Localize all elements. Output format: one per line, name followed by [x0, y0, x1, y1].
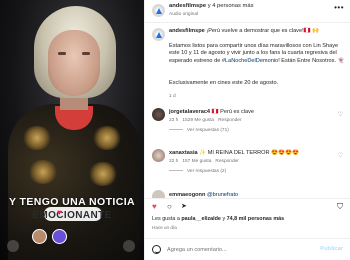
video-caption-line2: EMOCIONANTE: [32, 210, 112, 221]
heart-sticker-icon: ♥: [57, 208, 62, 217]
caption-exclusive: Exclusivamente en cines este 20 de agost…: [169, 80, 279, 86]
view-replies-button[interactable]: Ver respuestas (71): [169, 128, 229, 133]
avatar[interactable]: [152, 4, 165, 17]
connector-text: y: [207, 3, 211, 9]
caption-paragraph: Estamos listos para compartir unos días …: [169, 43, 345, 65]
save-bookmark-icon[interactable]: ⛉: [337, 203, 343, 211]
caption-intro-text: ¡Perú vuelve a demostrar que es clave!🇵🇪…: [206, 28, 320, 34]
view-replies-button[interactable]: Ver respuestas (2): [169, 169, 226, 174]
comment-item: emmaeogonn @brunefrato: [152, 190, 346, 198]
add-comment-bar: Publicar: [145, 238, 350, 260]
post-comment-button[interactable]: Publicar: [320, 246, 343, 252]
comment-username[interactable]: jorgetalaverac4: [169, 109, 210, 115]
audio-label[interactable]: Audio original: [169, 12, 198, 17]
video-thumb-icon: [52, 229, 67, 244]
comment-like-icon[interactable]: ♡: [338, 152, 343, 159]
avatar[interactable]: [152, 28, 165, 41]
action-bar: ♥ ○ ➤ ⛉: [145, 198, 350, 212]
avatar[interactable]: [152, 108, 165, 121]
hashtag-link[interactable]: #LaNocheDelDemonio: [222, 58, 278, 64]
video-subject-eye: [58, 52, 66, 55]
caption-age: 1 d: [169, 94, 176, 99]
comment-meta: 23 h 1529 Me gusta Responder: [169, 118, 242, 123]
brand-logo-icon: [156, 8, 162, 14]
reply-button[interactable]: Responder: [218, 118, 241, 123]
comment-likes[interactable]: 1529 Me gusta: [182, 118, 214, 123]
like-heart-icon[interactable]: ♥: [152, 203, 157, 211]
video-player[interactable]: Y TENGO UNA NOTICIA EMOCIONANTE ♥: [0, 0, 144, 260]
comment-meta: 22 h 157 Me gusta Responder: [169, 159, 239, 164]
comment-likes[interactable]: 157 Me gusta: [182, 159, 211, 164]
video-jacket-pattern: [28, 160, 58, 184]
post-side-panel: andesfilmspe y 4 personas más Audio orig…: [144, 0, 350, 260]
comment-input[interactable]: [167, 244, 307, 255]
comment-text: jorgetalaverac4 🇵🇪 Perú es clave: [169, 109, 254, 115]
likes-user-link[interactable]: paula__elizalde: [181, 216, 221, 222]
avatar[interactable]: [152, 190, 165, 198]
comment-username[interactable]: xanaxtasia: [169, 150, 198, 156]
post-username[interactable]: andesfilmspe: [169, 3, 206, 9]
comment-age: 23 h: [169, 118, 179, 123]
post-time: Hace un día: [152, 225, 177, 230]
emoji-icon[interactable]: [152, 245, 161, 254]
video-subject-face: [48, 30, 100, 96]
video-jacket-pattern: [88, 162, 118, 186]
likes-prefix: Les gusta a: [152, 216, 180, 222]
share-send-icon[interactable]: ➤: [181, 203, 187, 211]
comment-text: xanaxtasia ✨ MI REINA DEL TERROR 😍😍😍😍: [169, 150, 299, 156]
video-thumb-icon: [32, 229, 47, 244]
likes-others-link[interactable]: 74,8 mil personas más: [227, 216, 285, 222]
avatar[interactable]: [152, 149, 165, 162]
video-subject-eye: [82, 52, 90, 55]
post-header: andesfilmspe y 4 personas más Audio orig…: [145, 0, 350, 23]
video-jacket-pattern: [22, 126, 52, 150]
post-author-line: andesfilmspe y 4 personas más: [169, 3, 253, 9]
caption-intro: andesfilmspe ¡Perú vuelve a demostrar qu…: [169, 28, 345, 35]
comment-body: ✨ MI REINA DEL TERROR 😍😍😍😍: [199, 150, 299, 156]
video-jacket-pattern: [92, 126, 122, 150]
fullscreen-icon[interactable]: [123, 240, 135, 252]
likes-summary: Les gusta a paula__elizalde y 74,8 mil p…: [152, 216, 284, 222]
mute-audio-icon[interactable]: [7, 240, 19, 252]
likes-connector: y: [222, 216, 226, 222]
comment-body: 🇵🇪 Perú es clave: [211, 109, 255, 115]
brand-logo-icon: [156, 32, 162, 38]
comment-bubble-icon[interactable]: ○: [167, 203, 172, 211]
reply-button[interactable]: Responder: [215, 159, 238, 164]
collaborators-link[interactable]: 4 personas más: [212, 3, 253, 9]
caption-username[interactable]: andesfilmspe: [169, 28, 205, 34]
comment-age: 22 h: [169, 159, 179, 164]
caption-body-end: ! Están Entre Nosotros. 👻: [278, 57, 345, 64]
comment-like-icon[interactable]: ♡: [338, 111, 343, 118]
more-options-icon[interactable]: •••: [334, 3, 344, 12]
